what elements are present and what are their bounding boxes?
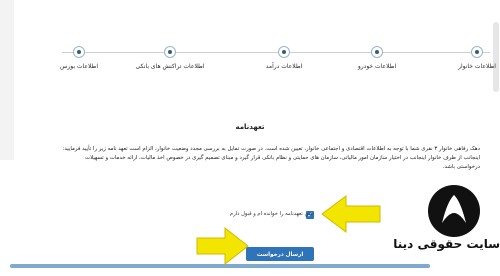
commitment-text: دهک رفاهی خانوار ۳ نفری شما با توجه به ا… (62, 146, 480, 170)
arrow-right-icon (196, 226, 249, 266)
watermark-logo: سایت حقوقی دینا (393, 185, 500, 268)
step-label-bank-transactions[interactable]: اطلاعات تراکنش های بانکی (136, 63, 205, 70)
logo-emblem-icon (428, 185, 480, 237)
watermark-text: سایت حقوقی دینا (393, 237, 500, 251)
step-dot-bank-transactions[interactable] (164, 46, 176, 58)
steps-progress-line (62, 52, 490, 53)
step-label-income[interactable]: اطلاعات درآمد (266, 63, 303, 70)
step-dot-income[interactable] (278, 46, 290, 58)
step-dot-vehicle[interactable] (371, 46, 383, 58)
submit-review-button[interactable]: ارسال درخواست بررسی (246, 247, 314, 272)
top-bar (0, 0, 500, 18)
scrollbar[interactable] (493, 22, 499, 92)
page-title: تعهدنامه (235, 123, 265, 131)
step-label-household[interactable]: اطلاعات خانوار (458, 63, 496, 70)
agree-label[interactable]: متن تعهدنامه را خوانده ام و قبول دارم (230, 211, 313, 217)
step-dot-stock[interactable] (73, 46, 85, 58)
step-dot-household[interactable] (471, 46, 483, 58)
arrow-left-icon (321, 195, 381, 233)
left-edge (0, 0, 14, 160)
step-label-vehicle[interactable]: اطلاعات خودرو (358, 63, 396, 70)
step-label-stock[interactable]: اطلاعات بورس (60, 63, 98, 70)
